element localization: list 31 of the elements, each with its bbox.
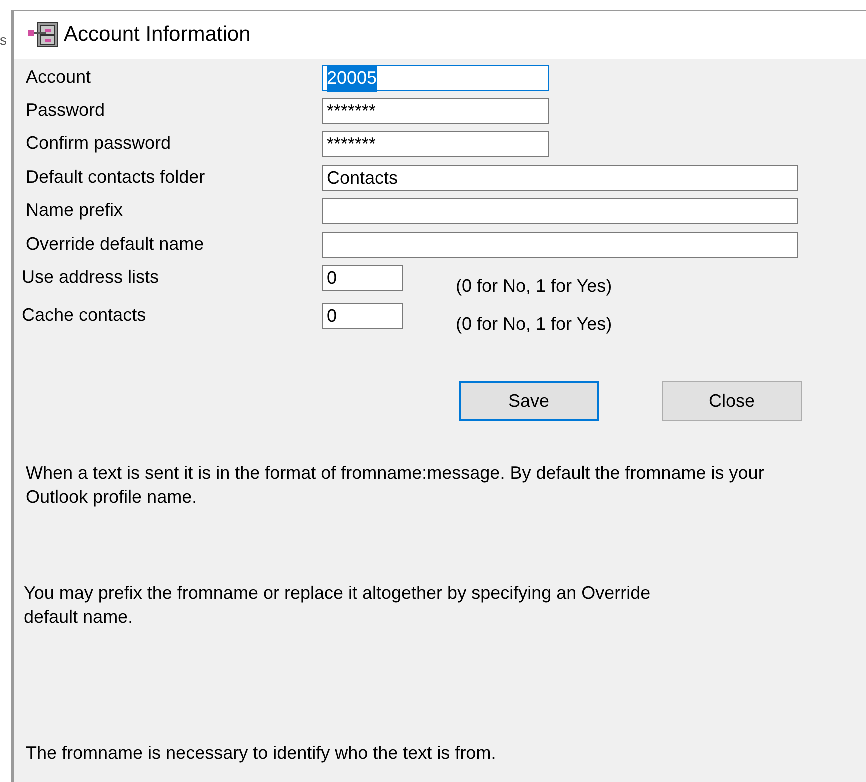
input-field[interactable] (322, 198, 798, 224)
field-label: Account (25, 66, 92, 88)
input-field[interactable] (322, 232, 798, 258)
input-field[interactable]: 0 (322, 303, 403, 329)
info-paragraph: When a text is sent it is in the format of fromname:message. By default the fromname is your Outlook profile name. (26, 462, 766, 509)
field-label: Cache contacts (21, 304, 148, 326)
field-value: 20005 (327, 64, 378, 92)
info-paragraph: You may prefix the fromname or replace it altogether by specifying an Override default name. (24, 582, 652, 629)
field-label: Password (25, 99, 106, 121)
field-value: ******* (327, 132, 376, 156)
info-paragraph: The fromname is necessary to identify who the text is from. (26, 742, 498, 765)
dialog-button[interactable]: Close (662, 381, 802, 421)
input-field[interactable]: ******* (322, 98, 549, 124)
input-field[interactable]: 0 (322, 265, 403, 291)
window-title: Account Information (64, 22, 251, 48)
field-value: Contacts (327, 166, 398, 190)
input-field[interactable]: 20005 (322, 65, 549, 91)
dialog-button[interactable]: Save (459, 381, 599, 421)
field-hint: (0 for No, 1 for Yes) (456, 313, 612, 336)
background-text: s (0, 31, 7, 50)
field-hint: (0 for No, 1 for Yes) (456, 275, 612, 298)
field-value: ******* (327, 100, 376, 122)
field-label: Name prefix (25, 199, 124, 221)
field-value: 0 (327, 304, 338, 328)
input-field[interactable]: ******* (322, 131, 549, 157)
field-label: Override default name (25, 233, 206, 255)
field-label: Use address lists (21, 266, 160, 288)
input-field[interactable]: Contacts (322, 165, 798, 191)
field-value: 0 (327, 266, 338, 290)
field-label: Default contacts folder (25, 166, 206, 188)
field-label: Confirm password (25, 132, 172, 154)
